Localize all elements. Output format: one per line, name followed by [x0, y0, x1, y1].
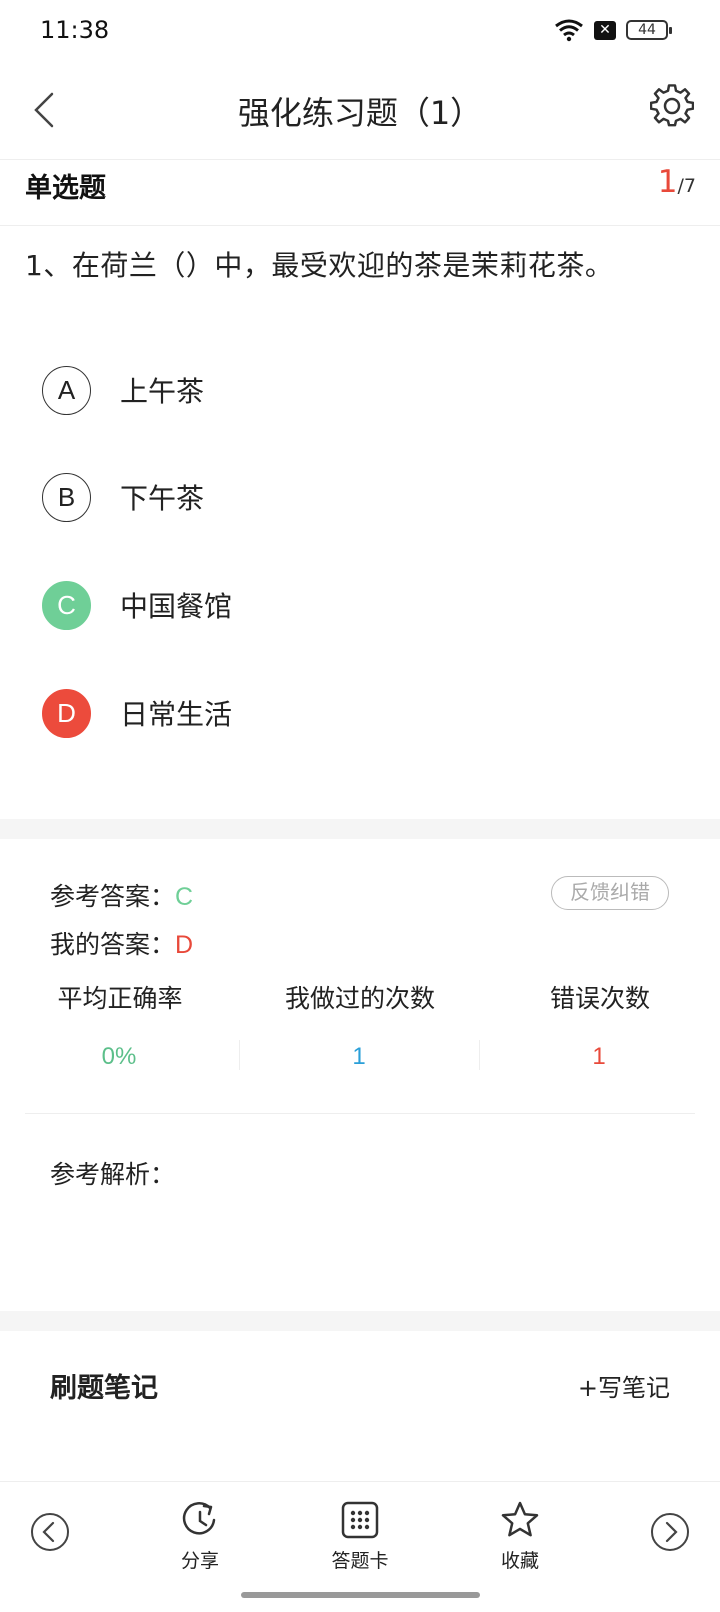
notification-icon: ✕	[594, 20, 616, 40]
my-answer-value: D	[175, 931, 194, 959]
answer-card-button[interactable]: 答题卡	[305, 1500, 415, 1573]
stat-separator	[479, 1040, 480, 1070]
option-c[interactable]: C 中国餐馆	[42, 580, 232, 630]
option-letter: B	[42, 472, 91, 522]
stat-label-accuracy: 平均正确率	[57, 984, 183, 1013]
question-text: 1、在荷兰（）中，最受欢迎的茶是茉莉花茶。	[25, 249, 614, 282]
my-answer: 我的答案：D	[50, 925, 193, 961]
home-indicator	[241, 1592, 480, 1598]
my-answer-label: 我的答案：	[50, 930, 176, 959]
stat-value-accuracy: 0%	[101, 1043, 137, 1070]
divider-line	[25, 1113, 695, 1114]
notes-title: 刷题笔记	[50, 1373, 158, 1404]
stat-value-errors: 1	[592, 1043, 606, 1070]
stat-separator	[239, 1040, 240, 1070]
option-text: 中国餐馆	[120, 590, 233, 623]
favorite-label: 收藏	[500, 1550, 539, 1572]
gear-icon[interactable]	[650, 84, 694, 128]
feedback-button[interactable]: 反馈纠错	[551, 876, 669, 910]
option-letter: C	[42, 580, 91, 630]
reference-answer-label: 参考答案：	[50, 882, 176, 911]
question-total: /7	[677, 175, 697, 197]
question-counter: 1/7	[658, 164, 696, 200]
battery-icon: 44	[626, 20, 672, 40]
option-letter: D	[42, 688, 91, 738]
page-title: 强化练习题（1）	[237, 94, 483, 132]
option-letter: A	[42, 365, 91, 415]
next-question-icon[interactable]	[650, 1512, 690, 1552]
answer-card-label: 答题卡	[331, 1550, 389, 1572]
option-a[interactable]: A 上午茶	[42, 365, 204, 415]
grid-icon	[341, 1501, 379, 1539]
stat-label-attempts: 我做过的次数	[284, 984, 435, 1013]
prev-question-icon[interactable]	[30, 1512, 70, 1552]
analysis-label: 参考解析：	[50, 1160, 176, 1189]
wifi-icon	[555, 19, 583, 42]
section-divider	[0, 819, 720, 839]
question-header: 单选题 1/7	[0, 160, 720, 226]
favorite-button[interactable]: 收藏	[465, 1500, 575, 1573]
question-type: 单选题	[25, 173, 106, 204]
star-icon	[501, 1501, 539, 1537]
option-d[interactable]: D 日常生活	[42, 688, 232, 738]
stat-label-errors: 错误次数	[549, 984, 650, 1013]
question-current: 1	[657, 164, 678, 200]
stat-value-attempts: 1	[352, 1043, 366, 1070]
option-text: 上午茶	[120, 375, 205, 408]
option-text: 下午茶	[120, 482, 205, 515]
nav-bar: 强化练习题（1）	[0, 64, 720, 160]
share-button[interactable]: 分享	[145, 1500, 255, 1573]
status-bar: 11:38 ✕ 44	[0, 0, 720, 64]
write-note-button[interactable]: +写笔记	[578, 1368, 670, 1403]
status-icons: ✕ 44	[554, 18, 672, 42]
option-text: 日常生活	[120, 698, 233, 731]
section-divider	[0, 1311, 720, 1331]
reference-answer-value: C	[175, 883, 194, 911]
share-icon	[182, 1502, 216, 1535]
status-time: 11:38	[40, 16, 110, 44]
reference-answer: 参考答案：C	[50, 877, 193, 913]
share-label: 分享	[180, 1550, 219, 1572]
option-b[interactable]: B 下午茶	[42, 472, 204, 522]
